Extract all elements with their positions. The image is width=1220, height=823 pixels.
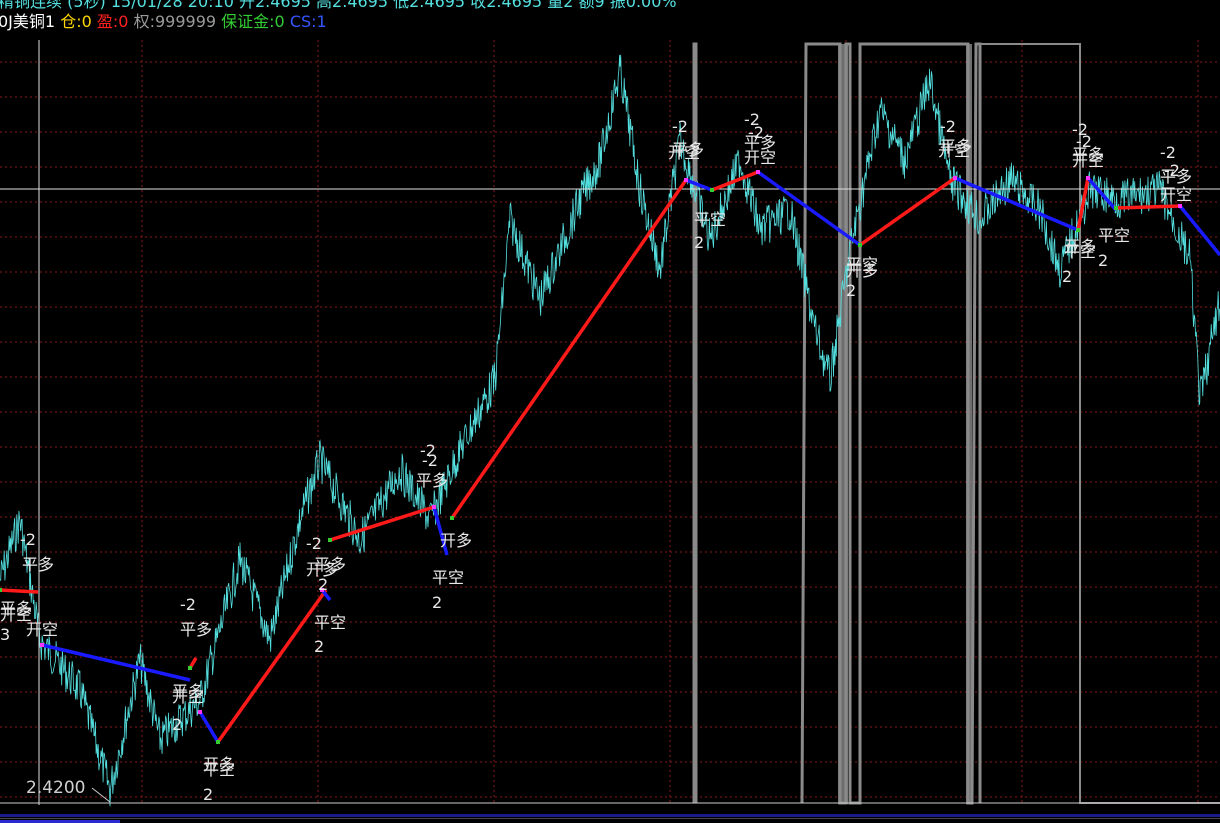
trade-label: 平空 [846,255,878,274]
trade-label: 2 [318,575,328,594]
trade-marker [188,666,192,670]
trade-marker [953,176,957,180]
trade-label: 平多 [1072,145,1104,164]
trade-label: 2 [846,281,856,300]
trade-label: -2 [306,534,322,553]
trade-markers [0,170,1182,744]
overlay-bar [838,44,848,804]
trade-label: 平多 [172,682,204,701]
trade-label: 开空 [744,148,776,167]
trade-marker [1114,206,1118,210]
scrollbar-track [0,814,1220,817]
trade-label: 开多 [440,531,472,550]
trade-segment-long [0,588,39,594]
trade-marker [684,178,688,182]
trade-label: 开多 [1064,237,1096,256]
trade-label: 2 [432,593,442,612]
trade-labels: -2平多开空平多3 开空-2平多开空平多2平空开多2-2开多平多2平空2-2-2平… [0,110,1192,804]
trade-label: 2 [1062,267,1072,286]
trade-label: 平多 [940,137,972,156]
trade-marker [216,740,220,744]
trade-marker [0,588,2,592]
trade-label: -2 [672,117,688,136]
trade-label: 平空 [694,210,726,229]
trade-marker [756,170,760,174]
trade-label: 开空 [26,620,58,639]
trade-label: 平多 [0,599,32,618]
trade-marker [432,505,436,509]
trade-marker [40,643,44,647]
trade-label: 2 [694,233,704,252]
trade-label: -2 [20,530,36,549]
trade-label: 开空 [1160,185,1192,204]
trade-marker [710,188,714,192]
trade-segment-long [450,179,688,519]
price-chart[interactable]: -2平多开空平多3 开空-2平多开空平多2平空开多2-2开多平多2平空2-2-2平… [0,0,1220,812]
trade-label: 平多 [416,471,448,490]
trade-label: 平多 [672,140,704,159]
trade-marker [198,710,202,714]
trade-label: 平空 [1098,226,1130,245]
trade-label: -2 [422,451,438,470]
trade-label: 平多 [180,620,212,639]
trade-marker [1076,228,1080,232]
price-axis-label: 2.4200 [26,778,86,798]
trade-marker [1086,176,1090,180]
trade-label: -2 [1160,143,1176,162]
trade-marker [328,538,332,542]
trade-label: 平多 [314,555,346,574]
trade-label: 平多 [22,555,54,574]
scrollbar-divider [0,818,1220,819]
price-label-pointer [91,787,111,803]
trade-label: 平多 [1160,167,1192,186]
trade-label: 2 [172,715,182,734]
trade-label: 3 [0,625,10,644]
bottom-scrollbar[interactable] [0,812,1220,823]
trade-label: -2 [180,595,196,614]
trade-segment-short [954,176,1079,232]
trade-label: 平空 [432,568,464,587]
trade-marker [858,243,862,247]
trade-label: 2 [203,785,213,804]
trade-label: 开多 [203,755,235,774]
trade-marker [450,516,454,520]
trade-label: 2 [314,637,324,656]
trade-segment-long [1115,204,1181,210]
trade-segment-long [216,588,328,744]
trade-marker [1178,204,1182,208]
trade-label: -2 [940,117,956,136]
trade-label: 平空 [314,613,346,632]
trade-segment-long [858,176,957,247]
trade-label: 2 [1098,251,1108,270]
trade-segment-short [41,643,191,682]
